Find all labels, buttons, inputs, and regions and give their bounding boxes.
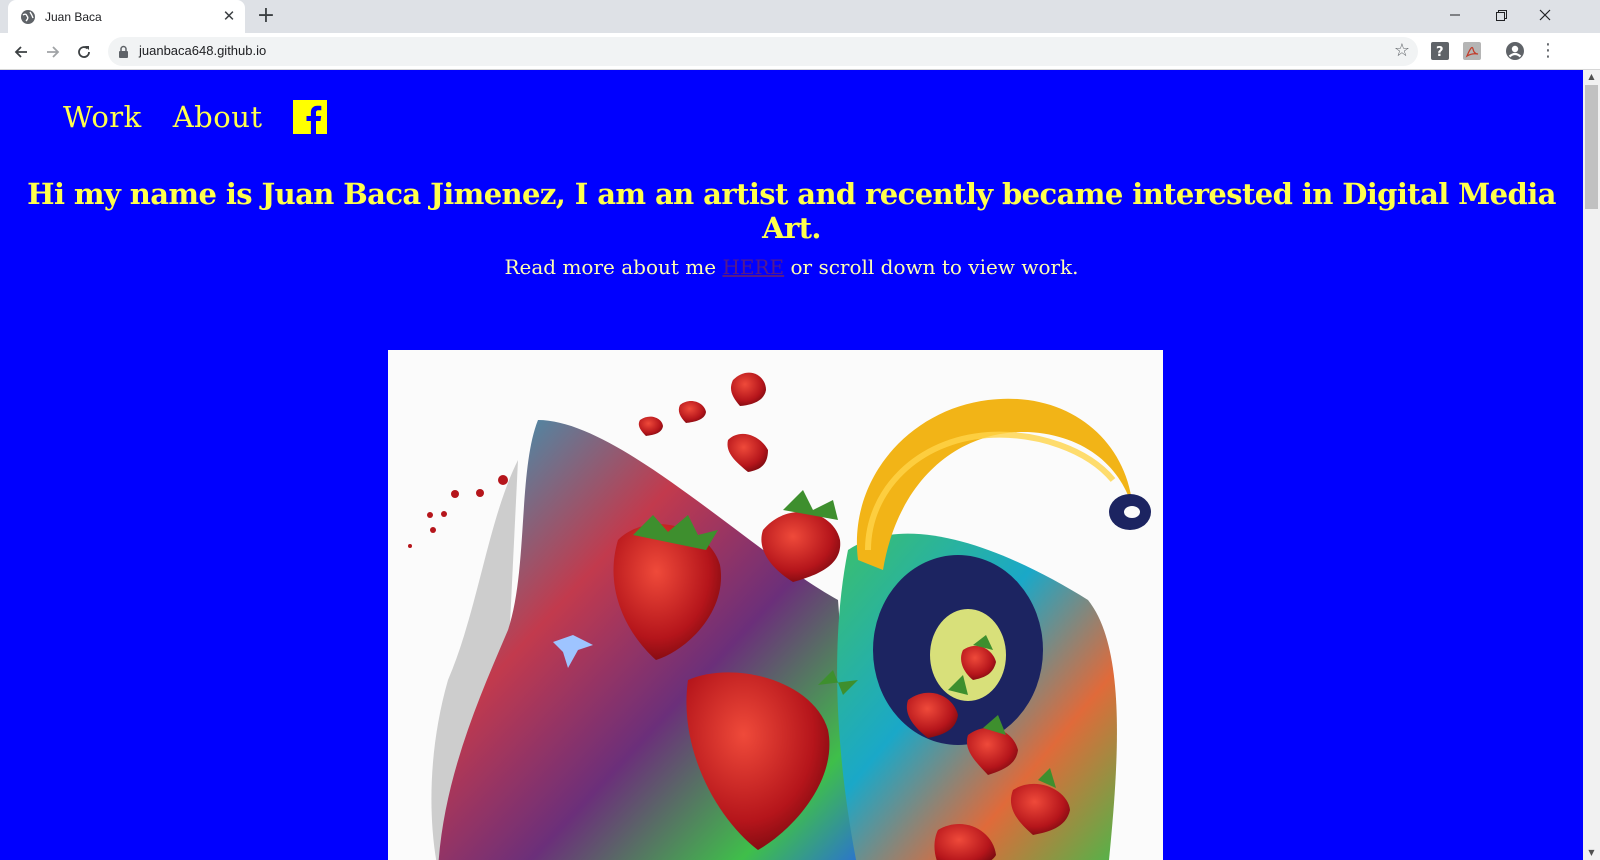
page-viewport: Work About Hi my name is Juan Baca Jimen…	[0, 70, 1583, 860]
url-text: juanbaca648.github.io	[139, 43, 267, 58]
intro-subline: Read more about me HERE or scroll down t…	[0, 255, 1583, 279]
about-here-link[interactable]: HERE	[722, 255, 784, 279]
minimize-icon[interactable]	[1432, 0, 1478, 30]
artwork-image	[388, 350, 1163, 860]
reload-icon[interactable]	[71, 39, 97, 65]
scroll-up-arrow-icon[interactable]: ▲	[1583, 70, 1600, 84]
nav-work-link[interactable]: Work	[63, 100, 142, 134]
help-extension-icon[interactable]: ?	[1431, 42, 1449, 60]
browser-toolbar: juanbaca648.github.io ☆ ? ⋮	[0, 33, 1600, 70]
menu-dots-icon[interactable]: ⋮	[1539, 41, 1557, 61]
forward-arrow-icon[interactable]	[40, 39, 66, 65]
tab-strip: Juan Baca ✕ +	[0, 0, 1600, 33]
plus-icon[interactable]: +	[254, 5, 278, 29]
site-nav: Work About	[63, 100, 327, 134]
window-close-icon[interactable]	[1522, 0, 1568, 30]
profile-icon[interactable]	[1505, 41, 1525, 61]
globe-icon	[20, 9, 36, 25]
restore-icon[interactable]	[1478, 0, 1524, 30]
nav-about-link[interactable]: About	[173, 100, 263, 134]
scroll-thumb[interactable]	[1585, 85, 1598, 209]
facebook-icon[interactable]	[292, 100, 327, 134]
star-icon[interactable]: ☆	[1394, 41, 1410, 61]
subline-before: Read more about me	[504, 255, 723, 279]
lock-icon[interactable]	[118, 44, 129, 63]
browser-tab[interactable]: Juan Baca ✕	[8, 0, 245, 33]
close-icon[interactable]: ✕	[221, 8, 237, 24]
svg-text:?: ?	[1436, 45, 1444, 60]
intro-headline: Hi my name is Juan Baca Jimenez, I am an…	[27, 177, 1556, 245]
subline-after: or scroll down to view work.	[784, 255, 1079, 279]
tab-title: Juan Baca	[45, 9, 102, 24]
page-scrollbar[interactable]: ▲ ▼	[1583, 70, 1600, 860]
pdf-extension-icon[interactable]	[1463, 42, 1481, 60]
scroll-down-arrow-icon[interactable]: ▼	[1583, 846, 1600, 860]
address-bar[interactable]: juanbaca648.github.io ☆	[108, 37, 1418, 66]
back-arrow-icon[interactable]	[8, 39, 34, 65]
